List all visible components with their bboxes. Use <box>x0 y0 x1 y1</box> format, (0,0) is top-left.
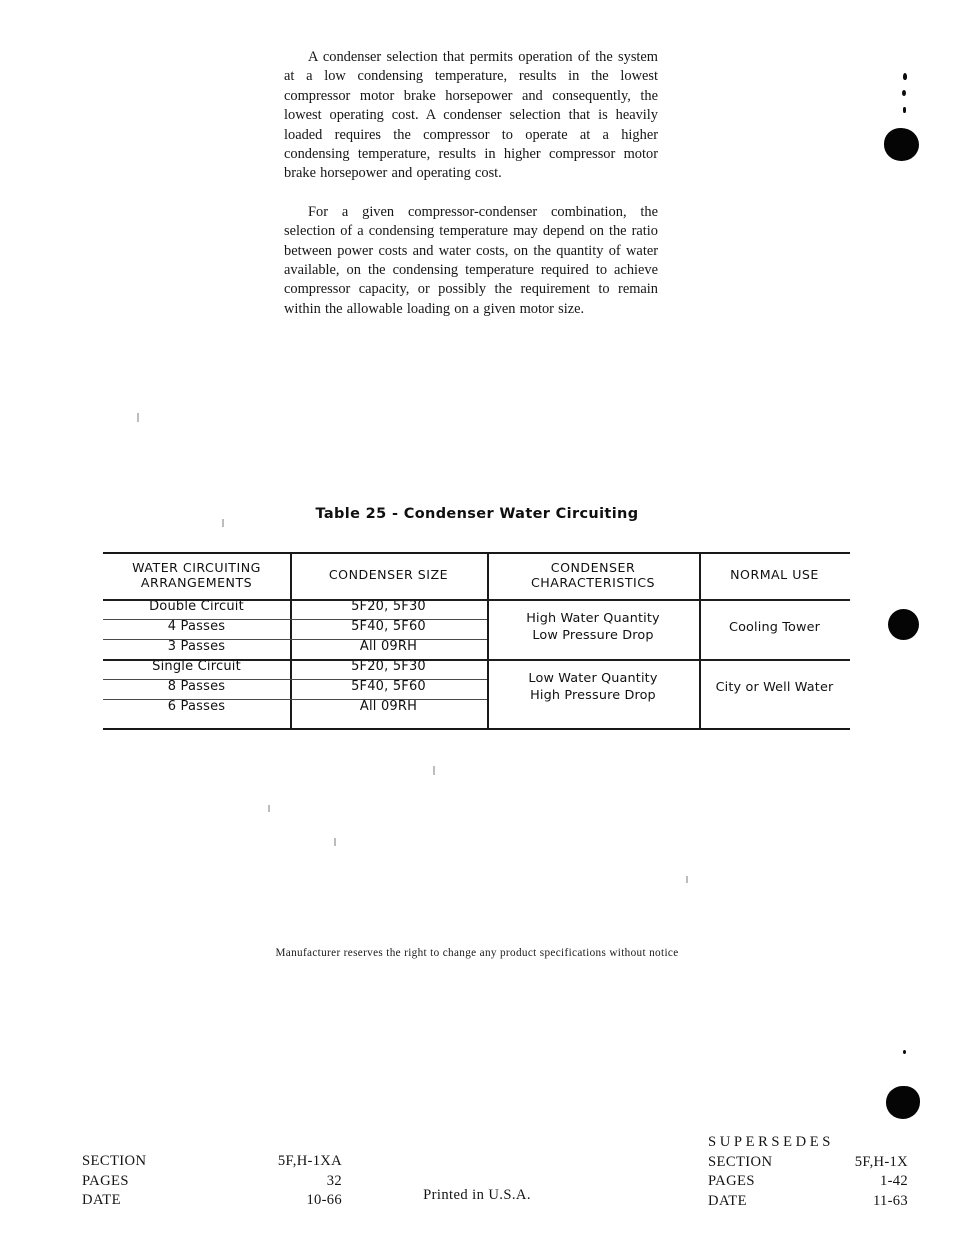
scan-speck <box>903 73 907 80</box>
cell-normal-use: City or Well Water <box>715 679 834 695</box>
header-cell-condenser-size: CONDENSER SIZE <box>290 552 487 597</box>
cell-condenser-size: 5F40, 5F60 <box>351 619 426 634</box>
supersedes-heading: SUPERSEDES <box>708 1134 835 1150</box>
scan-fleck <box>268 805 270 812</box>
scan-speck <box>903 107 906 113</box>
paragraph-1: A condenser selection that permits opera… <box>284 49 658 182</box>
cell-condenser-size: All 09RH <box>359 639 418 654</box>
row-rule-1 <box>103 619 487 620</box>
disclaimer-text: Manufacturer reserves the right to chang… <box>275 947 679 959</box>
table-title: Table 25 - Condenser Water Circuiting <box>315 506 639 522</box>
cell-characteristics: High Water Quantity Low Pressure Drop <box>487 597 699 657</box>
cell-condenser-size: All 09RH <box>359 699 418 714</box>
header-bottom-rule <box>103 599 850 601</box>
table-header-row: WATER CIRCUITING ARRANGEMENTS CONDENSER … <box>103 552 850 597</box>
cell-arrangement: 8 Passes <box>167 679 226 694</box>
cell-arrangement: 4 Passes <box>167 619 226 634</box>
header-cell-arrangements: WATER CIRCUITING ARRANGEMENTS <box>103 552 290 597</box>
cell-normal-use: Cooling Tower <box>728 619 821 635</box>
binder-hole-mark-bottom <box>886 1086 920 1119</box>
table-grid: WATER CIRCUITING ARRANGEMENTS CONDENSER … <box>103 552 850 717</box>
body-text-column: A condenser selection that permits opera… <box>284 48 658 338</box>
cell-arrangement: 3 Passes <box>167 639 226 654</box>
scan-fleck <box>433 766 435 775</box>
header-cell-condenser-characteristics: CONDENSER CHARACTERISTICS <box>487 552 699 597</box>
binder-hole-mark-top <box>884 128 919 161</box>
scan-speck <box>902 90 906 96</box>
header-line: NORMAL USE <box>730 567 819 582</box>
group-divider-rule <box>103 659 850 661</box>
characteristics-line: High Pressure Drop <box>530 688 656 703</box>
condenser-water-circuiting-table: WATER CIRCUITING ARRANGEMENTS CONDENSER … <box>103 552 850 730</box>
footer-section-label: SECTION <box>82 1153 147 1169</box>
cell-condenser-size: 5F40, 5F60 <box>351 679 426 694</box>
header-line: CHARACTERISTICS <box>530 574 656 590</box>
characteristics-line: High Water Quantity <box>526 611 660 626</box>
supersedes-section-row: SECTION 5F,H-1X <box>708 1153 908 1173</box>
header-cell-normal-use: NORMAL USE <box>699 552 850 597</box>
table-column-divider-1 <box>290 554 292 728</box>
row-rule-2 <box>103 639 487 640</box>
footer-section-row: SECTION 5F,H-1XA <box>82 1152 342 1172</box>
scan-fleck <box>686 876 688 883</box>
header-line: ARRANGEMENTS <box>140 574 253 590</box>
printed-in-usa: Printed in U.S.A. <box>423 1187 531 1203</box>
supersedes-section-label: SECTION <box>708 1153 773 1170</box>
scan-fleck <box>222 519 224 527</box>
cell-characteristics: Low Water Quantity High Pressure Drop <box>487 657 699 717</box>
table-top-rule <box>103 552 850 554</box>
scan-fleck <box>137 413 139 422</box>
table-column-divider-2 <box>487 554 489 728</box>
paragraph-2: For a given compressor-condenser combina… <box>284 203 658 317</box>
cell-arrangement: 6 Passes <box>167 699 226 714</box>
footer-section-value: 5F,H-1XA <box>277 1153 342 1169</box>
table-column-divider-3 <box>699 554 701 728</box>
characteristics-line: Low Water Quantity <box>528 671 658 686</box>
row-rule-4 <box>103 699 487 700</box>
row-rule-3 <box>103 679 487 680</box>
binder-hole-mark-middle <box>888 609 919 640</box>
scan-speck <box>903 1050 906 1054</box>
table-bottom-rule <box>103 728 850 730</box>
characteristics-line: Low Pressure Drop <box>532 628 654 643</box>
header-line: CONDENSER SIZE <box>328 567 449 582</box>
header-line: CONDENSER <box>550 559 636 575</box>
supersedes-section-value: 5F,H-1X <box>854 1153 908 1170</box>
scan-fleck <box>334 838 336 846</box>
header-line: WATER CIRCUITING <box>132 559 261 575</box>
